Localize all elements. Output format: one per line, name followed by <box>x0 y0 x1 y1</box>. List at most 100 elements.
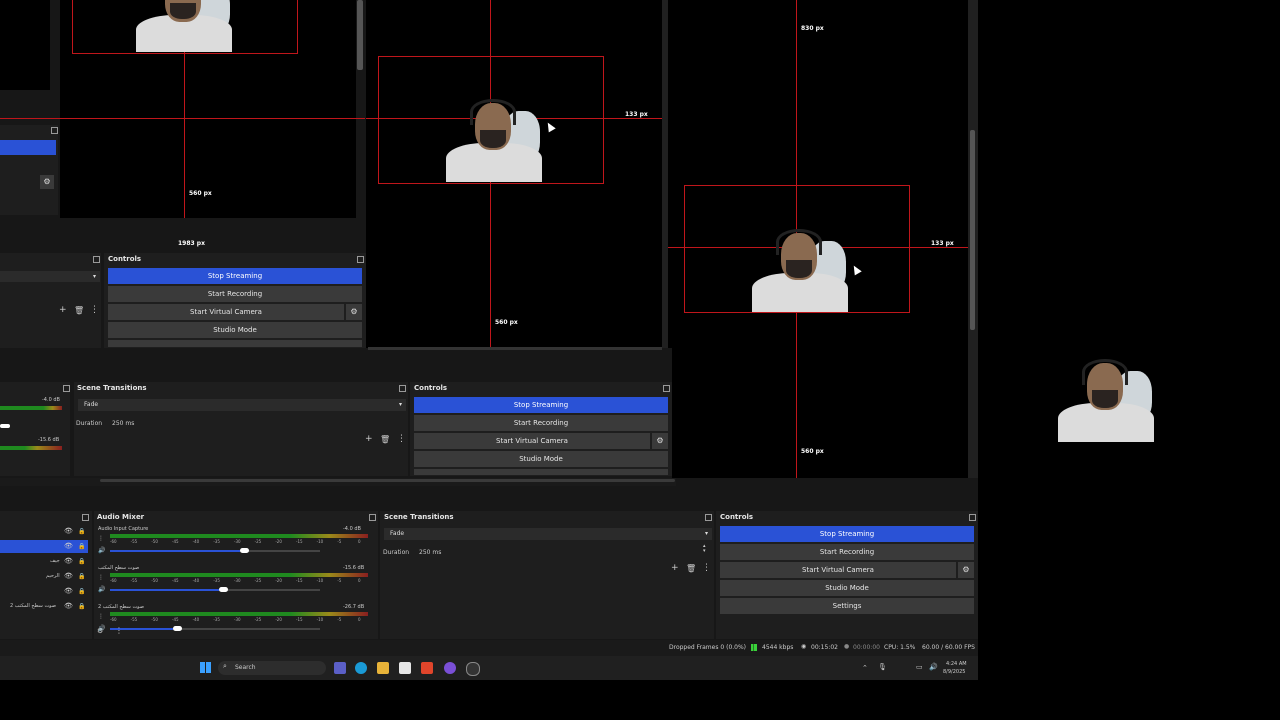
taskbar-search[interactable]: ⌕ Search <box>218 661 326 675</box>
inner-px-width: 1983 px <box>178 240 205 247</box>
duration-stepper-icon[interactable]: ▴ ▾ <box>703 544 706 554</box>
edge-icon[interactable] <box>355 662 367 674</box>
inner-settings-button-partial[interactable] <box>108 340 362 347</box>
controls-float-icon[interactable] <box>969 514 976 521</box>
middle-scrollbar[interactable] <box>662 0 668 348</box>
webcam-source[interactable] <box>740 226 860 312</box>
duration-value[interactable]: 250 ms <box>419 549 441 556</box>
scene-transitions-float-icon[interactable] <box>705 514 712 521</box>
inner-stop-streaming-button[interactable]: Stop Streaming <box>108 268 362 284</box>
source-item-2[interactable]: الرحيم <box>46 573 60 579</box>
mid-virtual-camera-gear-icon[interactable]: ⚙ <box>652 433 668 449</box>
inner-scenes-float-icon[interactable] <box>93 256 100 263</box>
inner-virtual-camera-gear-icon[interactable]: ⚙ <box>346 304 362 320</box>
transition-trash-icon[interactable]: 🗑 <box>686 564 696 573</box>
speaker-icon[interactable]: 🔊 <box>98 547 105 554</box>
source-eye-icon-6[interactable]: 👁 <box>64 602 73 610</box>
audio-mixer-float-icon[interactable] <box>369 514 376 521</box>
volume-icon[interactable]: 🔊 <box>929 663 938 671</box>
source-lock-icon-3[interactable]: 🔒 <box>78 558 85 565</box>
source-item-3[interactable]: صوت سطح المكتب 2 <box>10 603 56 609</box>
inner-trash-icon[interactable]: 🗑 <box>74 306 84 315</box>
inner-sources-float-icon[interactable] <box>51 127 58 134</box>
inner-start-virtual-camera-button[interactable]: Start Virtual Camera <box>108 304 344 320</box>
middle-h-scroll[interactable] <box>100 479 675 482</box>
speaker-icon[interactable]: 🔊 <box>98 586 105 593</box>
settings-button[interactable]: Settings <box>720 598 974 614</box>
taskbar-search-label: Search <box>235 664 256 671</box>
mixer-more-icon[interactable]: ⋮ <box>115 626 123 635</box>
inner-h-scroll[interactable] <box>368 347 662 350</box>
file-explorer-icon[interactable] <box>377 662 389 674</box>
transition-add-icon[interactable]: + <box>671 563 679 573</box>
app-icon[interactable] <box>444 662 456 674</box>
outer-scroll-thumb[interactable] <box>970 130 975 330</box>
inner-controls-float-icon[interactable] <box>357 256 364 263</box>
inner-webcam-source[interactable] <box>124 0 244 52</box>
taskbar <box>0 656 978 680</box>
windows-start-icon[interactable] <box>200 662 211 673</box>
mixer-track-props-icon[interactable]: ⋮ <box>98 535 104 542</box>
inner-source-gear-icon[interactable]: ⚙ <box>40 175 54 189</box>
virtual-camera-gear-icon[interactable]: ⚙ <box>958 562 974 578</box>
source-eye-icon-2[interactable]: 👁 <box>64 542 73 550</box>
source-item-1[interactable]: جيف <box>50 558 60 564</box>
mid-audio-slider[interactable] <box>0 424 10 428</box>
store-icon[interactable] <box>399 662 411 674</box>
mid-trash-icon[interactable]: 🗑 <box>380 435 390 444</box>
mixer-volume-handle[interactable] <box>173 626 182 631</box>
mid-webcam-source[interactable] <box>434 96 554 182</box>
start-recording-button[interactable]: Start Recording <box>720 544 974 560</box>
source-lock-icon-2[interactable]: 🔒 <box>78 543 85 550</box>
obs-icon[interactable] <box>466 662 480 676</box>
source-lock-icon-6[interactable]: 🔒 <box>78 603 85 610</box>
teams-icon[interactable] <box>334 662 346 674</box>
source-eye-icon-5[interactable]: 👁 <box>64 587 73 595</box>
tray-chevron-icon[interactable]: ⌃ <box>862 664 868 672</box>
mid-stop-streaming-button[interactable]: Stop Streaming <box>414 397 668 413</box>
chevron-down-icon: ▾ <box>92 273 96 280</box>
mixer-track-props-icon[interactable]: ⋮ <box>98 613 104 620</box>
transition-select[interactable]: Fade ▾ <box>384 528 712 540</box>
source-eye-icon-4[interactable]: 👁 <box>64 572 73 580</box>
mid-transition-select[interactable]: Fade ▾ <box>78 399 406 411</box>
mid-add-icon[interactable]: + <box>365 434 373 444</box>
source-eye-icon-1[interactable]: 👁 <box>64 527 73 535</box>
mixer-settings-icon[interactable]: ⚙ <box>97 627 103 635</box>
inner-scrollbar[interactable] <box>357 0 363 70</box>
source-lock-icon-1[interactable]: 🔒 <box>78 528 85 535</box>
inner-selected-source[interactable] <box>0 140 56 155</box>
source-lock-icon-5[interactable]: 🔒 <box>78 588 85 595</box>
studio-mode-button[interactable]: Studio Mode <box>720 580 974 596</box>
mid-scene-transitions-panel <box>74 382 408 476</box>
source-lock-icon-4[interactable]: 🔒 <box>78 573 85 580</box>
mid-controls-float-icon[interactable] <box>663 385 670 392</box>
mic-icon[interactable]: 🎙 <box>878 663 887 671</box>
mid-start-virtual-camera-button[interactable]: Start Virtual Camera <box>414 433 650 449</box>
transition-more-icon[interactable]: ⋮ <box>702 563 711 573</box>
start-virtual-camera-button[interactable]: Start Virtual Camera <box>720 562 956 578</box>
inner-more-icon[interactable]: ⋮ <box>90 305 99 315</box>
mixer-volume-handle[interactable] <box>219 587 229 592</box>
mixer-track-props-icon[interactable]: ⋮ <box>98 574 104 581</box>
mid-audio-float-icon[interactable] <box>63 385 70 392</box>
mixer-scale-label: -20 <box>275 539 282 544</box>
inner-studio-mode-button[interactable]: Studio Mode <box>108 322 362 338</box>
inner-start-recording-button[interactable]: Start Recording <box>108 286 362 302</box>
brave-icon[interactable] <box>421 662 433 674</box>
mixer-volume-handle[interactable] <box>240 548 250 553</box>
network-icon[interactable]: ▭ <box>916 663 923 671</box>
sources-float-icon[interactable] <box>82 514 89 521</box>
mid-studio-mode-button[interactable]: Studio Mode <box>414 451 668 467</box>
source-row-selected[interactable] <box>0 540 88 553</box>
inner-select[interactable]: ▾ <box>0 271 100 282</box>
mid-start-recording-button[interactable]: Start Recording <box>414 415 668 431</box>
source-eye-icon-3[interactable]: 👁 <box>64 557 73 565</box>
mid-scene-transitions-float-icon[interactable] <box>399 385 406 392</box>
mixer-scale-label: -25 <box>254 617 262 622</box>
stop-streaming-button[interactable]: Stop Streaming <box>720 526 974 542</box>
mid-more-icon[interactable]: ⋮ <box>397 434 406 444</box>
inner-add-icon[interactable]: + <box>59 305 67 315</box>
mid-settings-button-partial[interactable] <box>414 469 668 475</box>
mid-duration-value[interactable]: 250 ms <box>112 420 134 427</box>
